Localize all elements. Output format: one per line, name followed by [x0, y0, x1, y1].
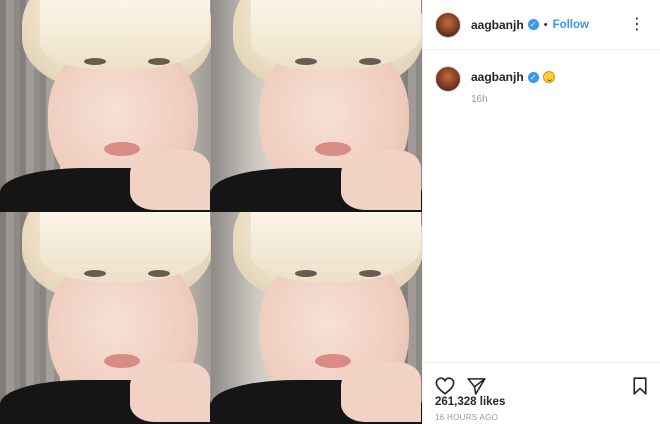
separator-dot: •	[543, 18, 548, 31]
share-paper-plane-icon[interactable]	[467, 377, 486, 395]
caption-verified-badge-icon: ✓	[527, 71, 539, 83]
caption-comment: aagbanjh ✓ 16h	[423, 50, 660, 105]
verified-badge-icon: ✓	[527, 19, 539, 30]
header-username[interactable]: aagbanjh	[471, 18, 524, 32]
photo-bottom-right	[211, 212, 422, 424]
photo-top-left	[0, 0, 211, 212]
likes-count[interactable]: 261,328 likes	[435, 396, 505, 408]
like-heart-icon[interactable]	[435, 376, 455, 395]
caption-body: aagbanjh ✓ 16h	[471, 66, 555, 105]
caption-username[interactable]: aagbanjh	[471, 70, 524, 84]
save-bookmark-icon[interactable]	[632, 376, 648, 395]
caption-avatar[interactable]	[435, 66, 461, 92]
photo-grid[interactable]	[0, 0, 422, 424]
post-sidebar: aagbanjh ✓ • Follow ⋮ aagbanjh ✓ 16h 261…	[422, 0, 660, 424]
more-options-icon[interactable]: ⋮	[629, 16, 646, 32]
smiling-face-emoji-icon	[542, 71, 555, 83]
post-timestamp[interactable]: 16 HOURS AGO	[435, 413, 498, 422]
post-header: aagbanjh ✓ • Follow ⋮	[423, 0, 660, 50]
instagram-post: aagbanjh ✓ • Follow ⋮ aagbanjh ✓ 16h 261…	[0, 0, 660, 424]
caption-line: aagbanjh ✓	[471, 70, 555, 84]
photo-bottom-left	[0, 212, 211, 424]
photo-top-right	[211, 0, 422, 212]
follow-button[interactable]: Follow	[553, 19, 589, 31]
caption-time[interactable]: 16h	[471, 94, 555, 105]
avatar[interactable]	[435, 11, 461, 38]
action-bar	[423, 362, 660, 400]
